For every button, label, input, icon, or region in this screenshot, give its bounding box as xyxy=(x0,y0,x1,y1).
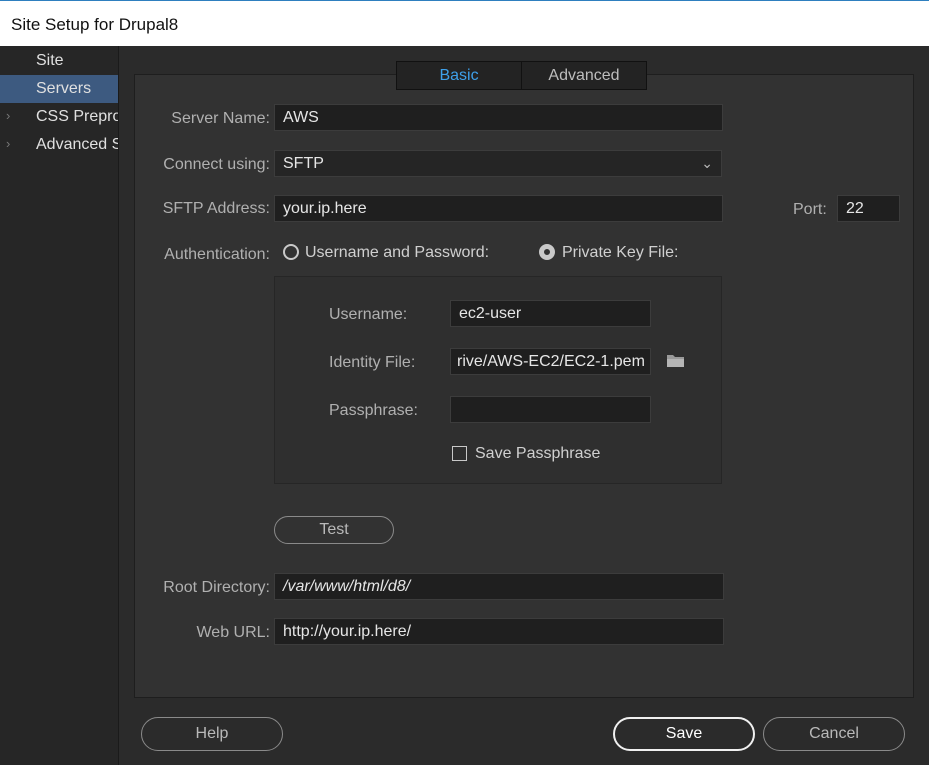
sidebar-item-servers[interactable]: Servers xyxy=(0,75,118,103)
tab-bar: Basic Advanced xyxy=(396,61,647,90)
chevron-right-icon[interactable]: › xyxy=(6,136,10,151)
tab-advanced[interactable]: Advanced xyxy=(521,62,646,89)
passphrase-input[interactable] xyxy=(450,396,651,423)
web-url-input[interactable]: http://your.ip.here/ xyxy=(274,618,724,645)
auth-keyfile-label[interactable]: Private Key File: xyxy=(562,244,678,262)
server-name-input[interactable]: AWS xyxy=(274,104,723,131)
chevron-down-icon: ⌄ xyxy=(701,155,713,171)
title-bar: Site Setup for Drupal8 xyxy=(0,0,929,46)
passphrase-label: Passphrase: xyxy=(329,402,418,419)
sftp-address-input[interactable]: your.ip.here xyxy=(274,195,723,222)
sftp-address-label: SFTP Address: xyxy=(162,200,270,217)
save-passphrase-label[interactable]: Save Passphrase xyxy=(475,445,600,463)
folder-icon[interactable] xyxy=(667,354,684,367)
web-url-label: Web URL: xyxy=(196,624,270,641)
sidebar-item-label: Advanced Settings xyxy=(36,136,118,153)
chevron-right-icon[interactable]: › xyxy=(6,108,10,123)
sidebar-item-label: Servers xyxy=(36,80,92,97)
port-label: Port: xyxy=(793,201,827,218)
cancel-button[interactable]: Cancel xyxy=(763,717,905,751)
username-label: Username: xyxy=(329,306,408,323)
sidebar-item-advanced-settings[interactable]: › Advanced Settings xyxy=(0,131,118,159)
save-button[interactable]: Save xyxy=(613,717,755,751)
auth-userpass-label[interactable]: Username and Password: xyxy=(305,244,489,262)
identity-file-input[interactable]: rive/AWS-EC2/EC2-1.pem xyxy=(450,348,651,375)
root-directory-input[interactable]: /var/www/html/d8/ xyxy=(274,573,724,600)
connect-using-select[interactable]: SFTP ⌄ xyxy=(274,150,722,177)
sidebar-item-css-preprocessors[interactable]: › CSS Preprocessors xyxy=(0,103,118,131)
server-name-label: Server Name: xyxy=(171,110,270,127)
sidebar-item-label: CSS Preprocessors xyxy=(36,108,118,125)
username-input[interactable]: ec2-user xyxy=(450,300,651,327)
auth-keyfile-radio[interactable] xyxy=(539,244,555,260)
authentication-label: Authentication: xyxy=(164,246,270,263)
connect-using-label: Connect using: xyxy=(163,156,270,173)
port-input[interactable]: 22 xyxy=(837,195,900,222)
identity-file-label: Identity File: xyxy=(329,354,416,371)
auth-userpass-radio[interactable] xyxy=(283,244,299,260)
sidebar-item-site[interactable]: Site xyxy=(0,47,118,75)
help-button[interactable]: Help xyxy=(141,717,283,751)
root-directory-label: Root Directory: xyxy=(163,579,270,596)
test-button[interactable]: Test xyxy=(274,516,394,544)
tab-basic[interactable]: Basic xyxy=(397,62,521,89)
sidebar: Site Servers › CSS Preprocessors › Advan… xyxy=(0,46,119,765)
sidebar-item-label: Site xyxy=(36,52,64,69)
window-title: Site Setup for Drupal8 xyxy=(11,15,179,34)
save-passphrase-checkbox[interactable] xyxy=(452,446,467,461)
connect-using-value: SFTP xyxy=(283,155,324,172)
